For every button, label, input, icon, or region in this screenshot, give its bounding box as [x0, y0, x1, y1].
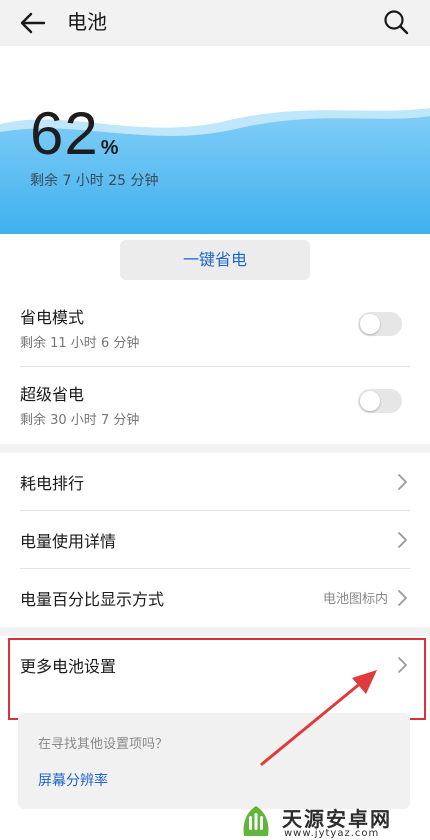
ultra-saving-mode-toggle[interactable] [358, 389, 402, 413]
menu-item-percentage-display[interactable]: 电量百分比显示方式 电池图标内 [20, 569, 410, 627]
power-saving-mode-remaining: 剩余 11 小时 6 分钟 [20, 336, 140, 351]
percentage-display-value: 电池图标内 [322, 592, 388, 607]
chevron-right-icon [398, 474, 407, 490]
chevron-right-icon[interactable] [396, 656, 408, 674]
suggestion-link-screen-resolution[interactable]: 屏幕分辨率 [38, 770, 108, 790]
menu-item-label: 电量百分比显示方式 [20, 590, 165, 609]
suggestion-question: 在寻找其他设置项吗？ [38, 737, 169, 752]
search-icon[interactable] [382, 8, 410, 36]
battery-hero: 62% 剩余 7 小时 25 分钟 [0, 46, 430, 234]
menu-item-usage-details[interactable]: 电量使用详情 [20, 511, 410, 569]
power-saving-mode-title: 省电模式 [20, 308, 85, 327]
page-title: 电池 [67, 10, 107, 34]
ultra-saving-mode-row[interactable]: 超级省电 剩余 30 小时 7 分钟 [20, 367, 410, 443]
power-saving-mode-toggle[interactable] [358, 312, 402, 336]
toggle-knob [360, 314, 380, 334]
menu-item-power-ranking[interactable]: 耗电排行 [20, 453, 410, 511]
watermark-url: www.jytyaz.com [284, 828, 380, 839]
ultra-saving-mode-remaining: 剩余 30 小时 7 分钟 [20, 413, 140, 428]
battery-menu-card: 耗电排行 电量使用详情 电量百分比显示方式 电池图标内 [0, 453, 430, 627]
chevron-right-icon [398, 590, 407, 606]
power-saving-mode-row[interactable]: 省电模式 剩余 11 小时 6 分钟 [20, 290, 410, 366]
top-bar: 电池 [0, 0, 430, 46]
power-saving-card: 一键省电 省电模式 剩余 11 小时 6 分钟 超级省电 剩余 30 小时 7 … [0, 234, 430, 444]
menu-item-label: 耗电排行 [20, 474, 85, 493]
one-tap-save-button[interactable]: 一键省电 [120, 240, 310, 280]
arrow-left-icon[interactable] [18, 8, 48, 38]
ultra-saving-mode-title: 超级省电 [20, 385, 85, 404]
battery-remaining-time: 剩余 7 小时 25 分钟 [30, 173, 159, 189]
chevron-right-icon [398, 532, 407, 548]
watermark: 天源安卓网 www.jytyaz.com [236, 800, 430, 840]
battery-percent-value: 62 [30, 100, 99, 167]
menu-item-label: 电量使用详情 [20, 532, 117, 551]
battery-percent-unit: % [100, 137, 119, 159]
watermark-logo-icon [243, 806, 269, 836]
settings-suggestion-box: 在寻找其他设置项吗？ 屏幕分辨率 [18, 713, 410, 809]
toggle-knob [360, 391, 380, 411]
more-battery-settings-label[interactable]: 更多电池设置 [20, 653, 116, 677]
battery-percentage: 62% [30, 104, 119, 164]
